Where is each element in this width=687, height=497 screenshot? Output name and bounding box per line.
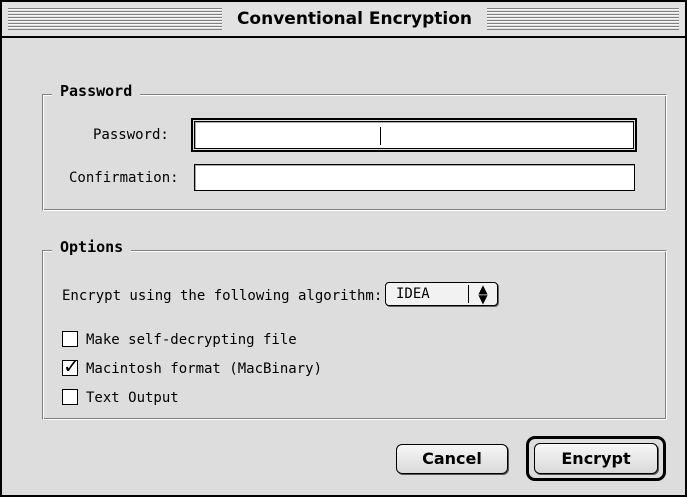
self-decrypting-label: Make self-decrypting file: [86, 332, 297, 348]
self-decrypting-checkbox-row[interactable]: Make self-decrypting file: [62, 330, 362, 350]
password-label: Password:: [93, 127, 169, 143]
confirmation-field[interactable]: [194, 164, 635, 191]
self-decrypting-checkbox[interactable]: [62, 331, 78, 347]
password-group-label: Password: [52, 82, 141, 100]
window-title: Conventional Encryption: [222, 5, 487, 33]
confirmation-label: Confirmation:: [69, 170, 179, 186]
title-bar[interactable]: Conventional Encryption: [2, 2, 685, 38]
text-output-checkbox[interactable]: [62, 389, 78, 405]
cancel-button[interactable]: Cancel: [396, 444, 508, 474]
algorithm-label: Encrypt using the following algorithm:: [62, 288, 383, 304]
text-output-checkbox-row[interactable]: Text Output: [62, 388, 262, 408]
macbinary-checkbox-row[interactable]: ✓ Macintosh format (MacBinary): [62, 356, 382, 379]
options-group-label: Options: [52, 238, 132, 256]
text-caret: [380, 127, 381, 145]
encrypt-button[interactable]: Encrypt: [534, 443, 658, 474]
dialog-window: Conventional Encryption Password Passwor…: [0, 0, 687, 497]
algorithm-popup-menu[interactable]: IDEA ▲ ▼: [385, 282, 498, 306]
checkmark-icon: ✓: [63, 354, 80, 378]
macbinary-checkbox[interactable]: ✓: [62, 356, 80, 376]
password-field[interactable]: [191, 118, 637, 152]
macbinary-label: Macintosh format (MacBinary): [86, 361, 323, 377]
text-output-label: Text Output: [86, 390, 179, 406]
algorithm-selected-value: IDEA: [396, 286, 430, 302]
popup-divider: [468, 285, 469, 303]
up-down-arrows-icon: ▲ ▼: [478, 282, 488, 306]
password-group-box: [42, 94, 667, 211]
